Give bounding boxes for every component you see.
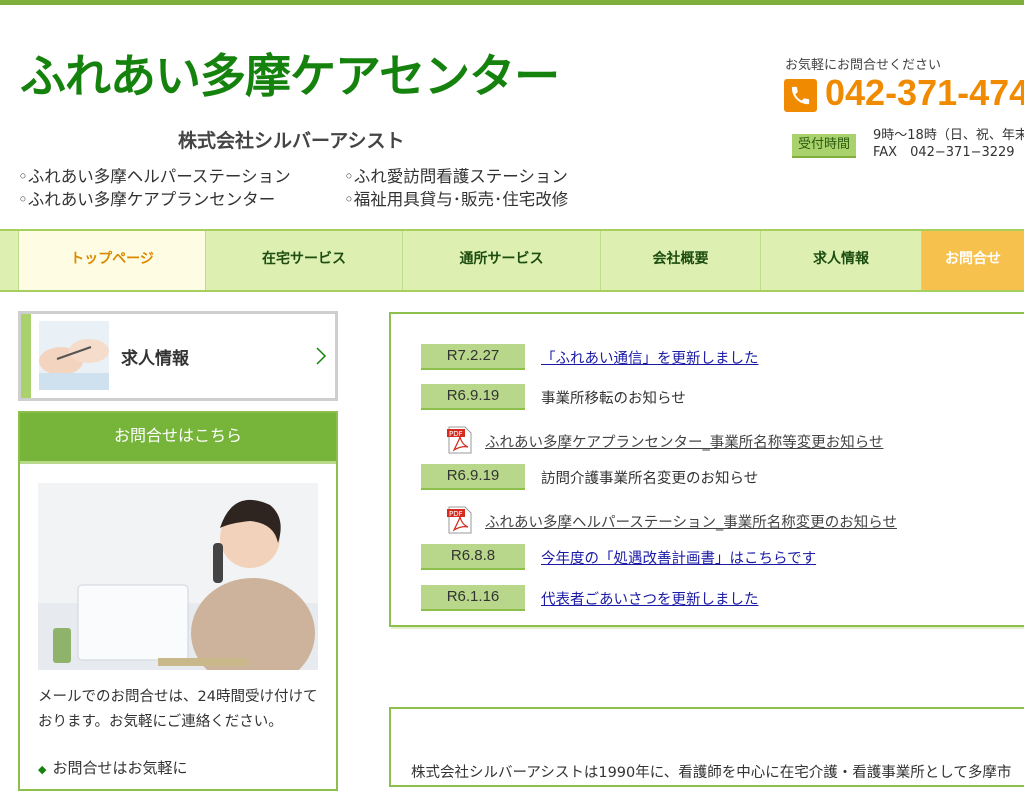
top-accent-bar — [0, 0, 1024, 5]
recruit-banner[interactable]: 求人情報 — [18, 311, 338, 401]
handshake-photo — [39, 321, 109, 390]
news-link[interactable]: 代表者ごあいさつを更新しました — [541, 588, 759, 609]
branch-item: ◦ふれ愛訪問看護ステーション — [344, 167, 568, 186]
nav-item-company[interactable]: 会社概要 — [601, 231, 761, 290]
pdf-link[interactable]: ふれあい多摩ヘルパーステーション_事業所名称変更のお知らせ — [485, 511, 897, 532]
branch-item: ◦ふれあい多摩ケアプランセンター — [18, 190, 276, 209]
contact-bullet-label: お問合せはお気軽に — [52, 759, 188, 777]
pdf-icon: PDF — [447, 426, 472, 454]
phone-icon — [784, 79, 817, 112]
contact-heading[interactable]: お問合せはこちら — [20, 413, 336, 464]
contact-panel: お問合せはこちら メールでのお問合せは、24時間受け付けております。お気軽にご連… — [18, 411, 338, 791]
news-date: R6.9.19 — [421, 384, 525, 410]
company-name: 株式会社シルバーアシスト — [178, 130, 405, 152]
news-date: R7.2.27 — [421, 344, 525, 370]
site-title[interactable]: ふれあい多摩ケアセンター — [20, 40, 560, 106]
news-date: R6.1.16 — [421, 585, 525, 611]
nav-item-recruit[interactable]: 求人情報 — [761, 231, 922, 290]
fax-number: FAX 042−371−3229 — [873, 145, 1015, 160]
global-nav: トップページ 在宅サービス 通所サービス 会社概要 求人情報 お問合せ — [0, 229, 1024, 292]
nav-item-home-care[interactable]: 在宅サービス — [206, 231, 403, 290]
recruit-label: 求人情報 — [121, 349, 189, 369]
business-hours: 9時〜18時（日、祝、年末年 FAX 042−371−3229 — [873, 127, 1024, 161]
news-panel: R7.2.27 「ふれあい通信」を更新しました R6.9.19 事業所移転のお知… — [389, 312, 1024, 627]
about-text: 株式会社シルバーアシストは1990年に、看護師を中心に在宅介護・看護事業所として… — [411, 765, 1012, 781]
svg-text:PDF: PDF — [449, 430, 463, 438]
contact-description: メールでのお問合せは、24時間受け付けております。お気軽にご連絡ください。 — [38, 689, 318, 730]
contact-prompt: お気軽にお問合せください — [785, 58, 942, 73]
nav-item-top[interactable]: トップページ — [19, 231, 206, 290]
branch-item: ◦ふれあい多摩ヘルパーステーション — [18, 167, 291, 186]
news-date: R6.9.19 — [421, 464, 525, 490]
nav-item-day-service[interactable]: 通所サービス — [403, 231, 601, 290]
news-link[interactable]: 「ふれあい通信」を更新しました — [541, 347, 759, 368]
diamond-bullet-icon: ◆ — [38, 763, 47, 776]
news-date: R6.8.8 — [421, 544, 525, 570]
branch-item: ◦福祉用具貸与･販売･住宅改修 — [344, 190, 569, 209]
nav-spacer — [0, 231, 19, 290]
news-title: 訪問介護事業所名変更のお知らせ — [541, 471, 759, 487]
about-panel: 株式会社シルバーアシストは1990年に、看護師を中心に在宅介護・看護事業所として… — [389, 707, 1024, 787]
phone-number[interactable]: 042-371-474 — [825, 72, 1024, 114]
news-title: 事業所移転のお知らせ — [541, 391, 686, 407]
operator-photo — [38, 483, 318, 670]
pdf-icon: PDF — [447, 506, 472, 534]
chevron-right-icon — [316, 347, 327, 365]
svg-text:PDF: PDF — [449, 510, 463, 518]
news-link[interactable]: 今年度の「処遇改善計画書」はこちらです — [541, 547, 816, 568]
pdf-link[interactable]: ふれあい多摩ケアプランセンター_事業所名称等変更お知らせ — [485, 431, 883, 452]
hours-text: 9時〜18時（日、祝、年末年 — [873, 128, 1024, 143]
banner-stripe — [21, 314, 31, 398]
nav-item-contact[interactable]: お問合せ — [922, 231, 1024, 290]
hours-badge: 受付時間 — [792, 134, 856, 158]
